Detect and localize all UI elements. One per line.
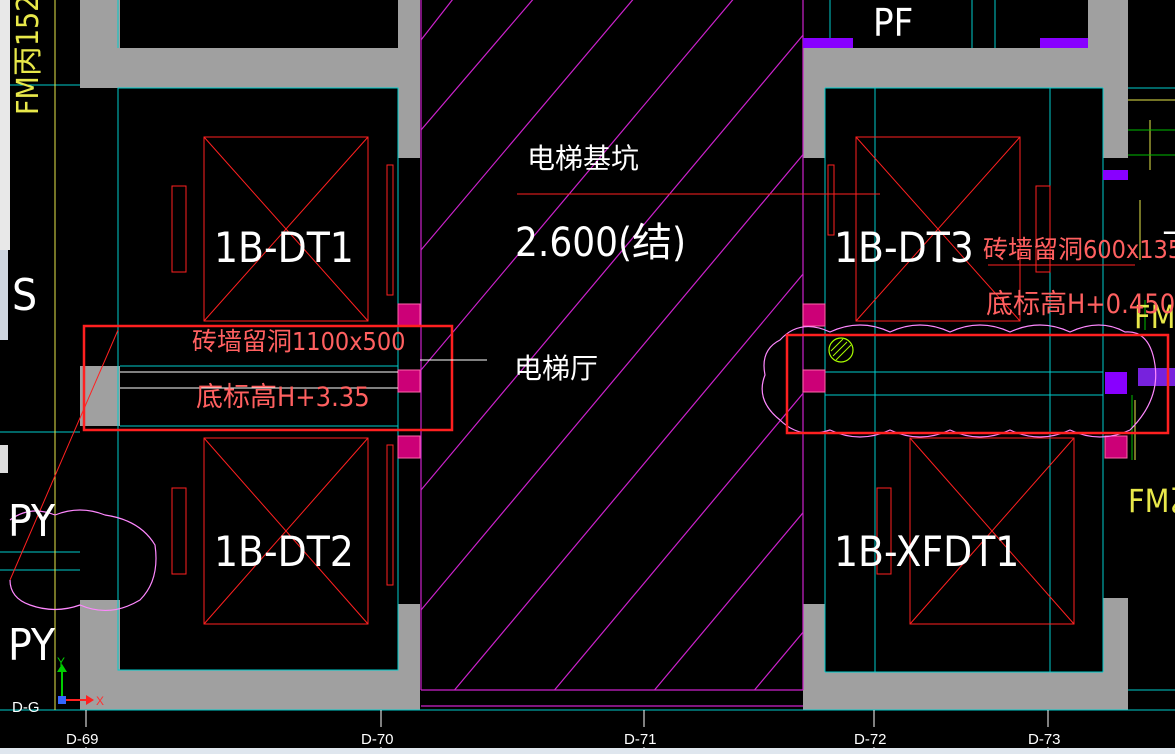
left-opening-annotation: 砖墙留洞1100x500 [192, 327, 405, 356]
right-opening-annotation: 砖墙留洞600x1350 [983, 235, 1175, 264]
room-1b-xfdt1: 1B-XFDT1 [834, 527, 1019, 576]
hatched-circle-symbol [828, 337, 854, 363]
elevator-hall-label: 电梯厅 [514, 352, 598, 385]
axis-col-d70: D-70 [361, 731, 394, 748]
axis-row-label: D-G [12, 699, 40, 716]
axis-col-d72: D-72 [854, 731, 887, 748]
elevator-pit-label: 电梯基坑 [527, 142, 639, 175]
top-pf-label: PF [873, 1, 913, 45]
elevator-pit-level: 2.600(结) [515, 220, 686, 266]
left-panel-edge-tab [0, 445, 8, 473]
bottom-status-strip [0, 748, 1175, 754]
right-fm-label-2: FM乙 [1128, 482, 1175, 520]
left-level-annotation: 底标高H+3.35 [196, 382, 370, 413]
ucs-x-label: X [96, 694, 104, 708]
axis-col-d69: D-69 [66, 731, 99, 748]
left-s-label: S [12, 270, 37, 321]
shaft-outline [420, 0, 804, 707]
left-panel-edge-lower [0, 250, 8, 340]
left-panel-edge [0, 0, 10, 250]
cad-drawing-canvas[interactable]: PF FM丙1521 S PY PY FM乙 FM乙 下 1B-DT1 1B-D… [0, 0, 1175, 754]
axis-col-d73: D-73 [1028, 731, 1061, 748]
room-1b-dt1: 1B-DT1 [214, 223, 354, 272]
axis-col-d71: D-71 [624, 731, 657, 748]
right-level-annotation: 底标高H+0.450 [986, 289, 1175, 320]
left-vertical-door-label: FM丙1521 [11, 0, 46, 115]
axis-bubbles [85, 710, 1049, 754]
ucs-y-label: Y [57, 655, 65, 669]
left-py-label-1: PY [8, 496, 56, 547]
left-py-label-2: PY [8, 620, 56, 671]
room-1b-dt3: 1B-DT3 [834, 223, 974, 272]
room-1b-dt2: 1B-DT2 [214, 527, 354, 576]
